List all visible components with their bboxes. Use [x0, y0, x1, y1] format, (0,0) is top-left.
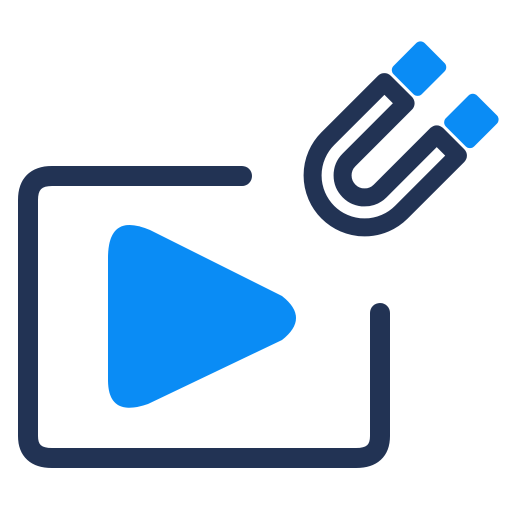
icon-canvas: [0, 0, 512, 512]
magnet-body-icon: [303, 73, 467, 237]
video-magnet-icon: [18, 41, 499, 468]
magnet-icon: [303, 41, 499, 237]
play-icon: [108, 224, 296, 408]
